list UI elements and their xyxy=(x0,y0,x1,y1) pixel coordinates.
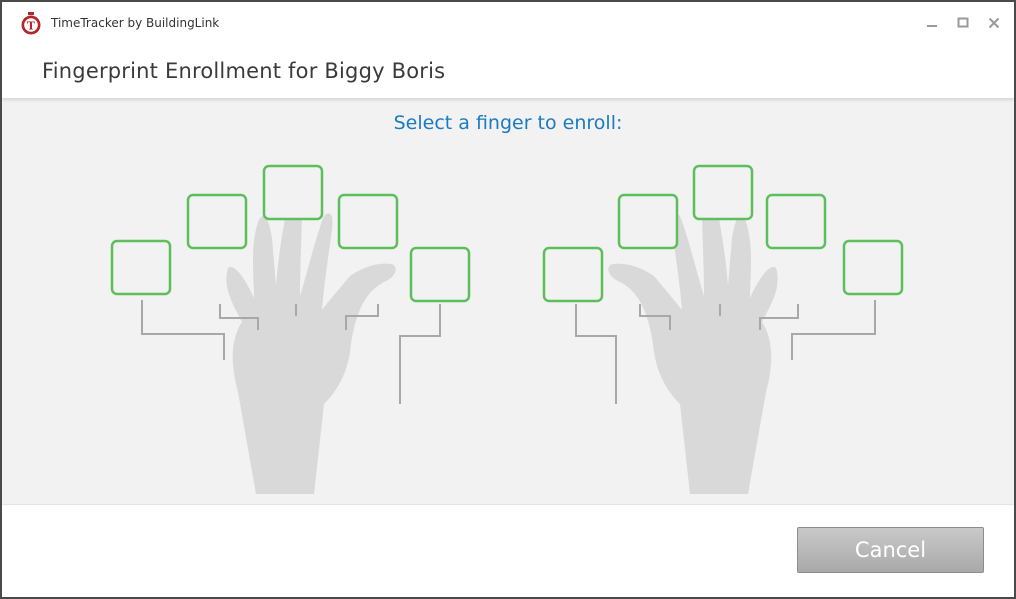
cancel-button[interactable]: Cancel xyxy=(797,527,984,573)
left-pinky-box[interactable] xyxy=(110,239,172,296)
maximize-button[interactable] xyxy=(949,10,977,36)
maximize-icon xyxy=(957,17,969,28)
right-index-box[interactable] xyxy=(617,193,679,250)
enrollment-panel: Select a finger to enroll: xyxy=(2,98,1014,504)
left-thumb-box[interactable] xyxy=(409,246,471,303)
close-icon xyxy=(988,17,1000,29)
left-ring-box[interactable] xyxy=(186,193,248,250)
app-title: TimeTracker by BuildingLink xyxy=(51,16,220,30)
minimize-icon xyxy=(927,25,937,27)
title-bar: T TimeTracker by BuildingLink xyxy=(2,2,1014,44)
page-header: Fingerprint Enrollment for Biggy Boris xyxy=(2,44,1014,98)
stopwatch-logo-icon: T xyxy=(21,12,41,35)
svg-text:T: T xyxy=(27,20,36,33)
page-title: Fingerprint Enrollment for Biggy Boris xyxy=(42,59,446,83)
minimize-button[interactable] xyxy=(918,10,946,36)
left-index-box[interactable] xyxy=(337,193,399,250)
left-middle-box[interactable] xyxy=(262,164,324,221)
app-window: T TimeTracker by BuildingLink Fingerprin… xyxy=(0,0,1016,599)
close-button[interactable] xyxy=(980,10,1008,36)
dialog-footer: Cancel xyxy=(2,504,1014,597)
right-pinky-box[interactable] xyxy=(842,239,904,296)
right-middle-box[interactable] xyxy=(692,164,754,221)
hands-diagram xyxy=(110,164,904,494)
right-ring-box[interactable] xyxy=(765,193,827,250)
right-thumb-box[interactable] xyxy=(542,246,604,303)
